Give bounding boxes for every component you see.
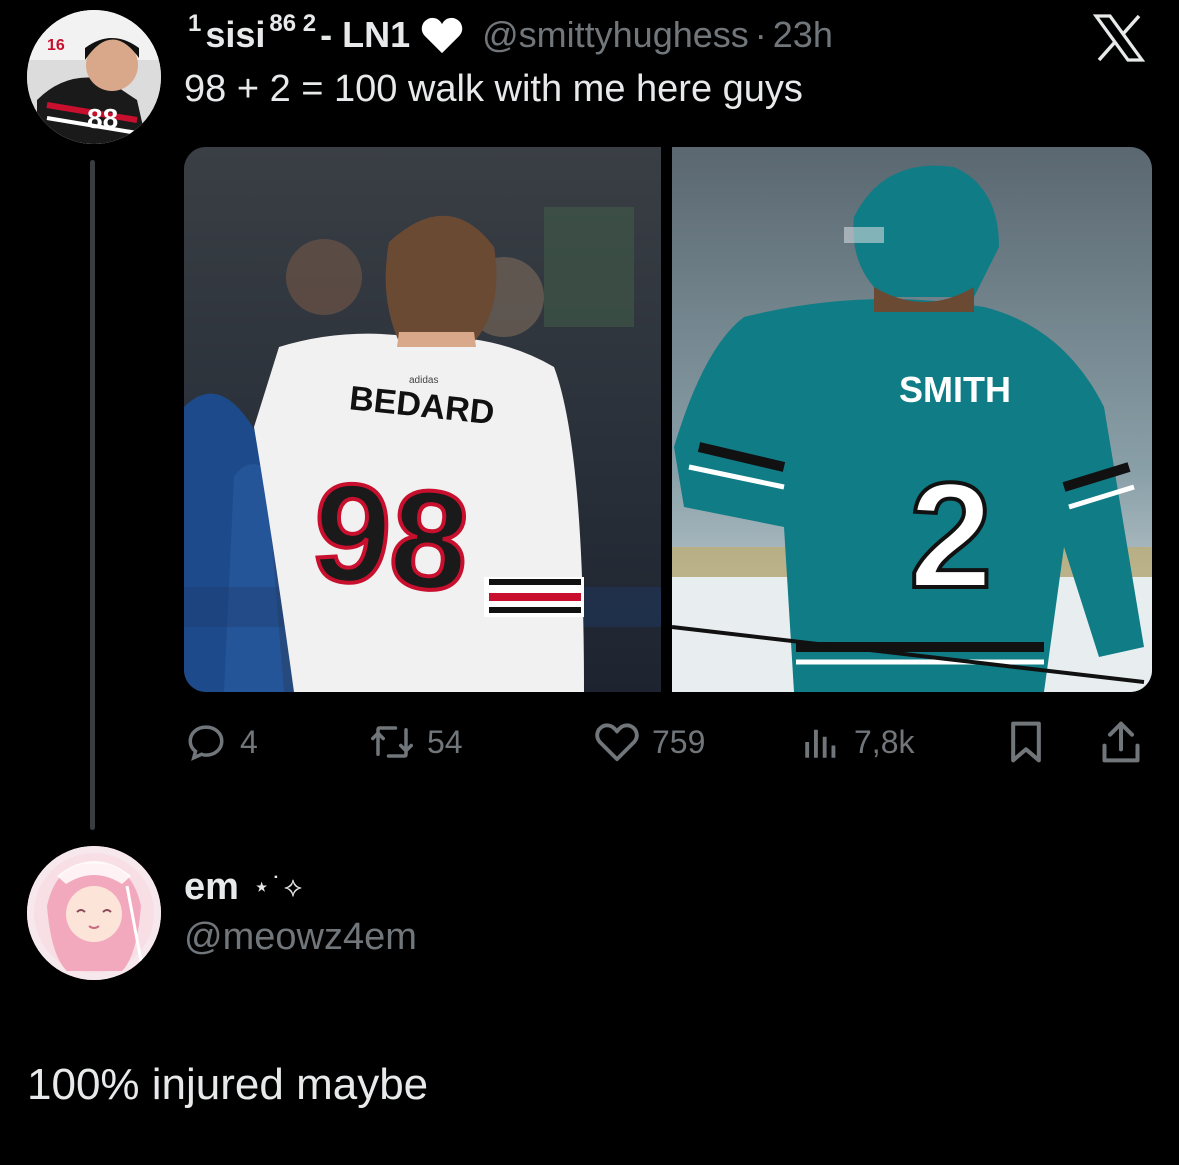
jersey-number-98: 98 [307,452,476,622]
tweet-media[interactable]: BEDARD adidas 98 SMITH 2 [184,147,1152,692]
reply-author-avatar[interactable] [27,846,161,980]
reply-header: em ⋆˙⟡ [184,862,304,912]
author-avatar[interactable]: 16 88 [27,10,161,144]
heart-icon [595,723,639,762]
author-name-suffix: - LN1 [320,14,411,55]
jersey-number-2: 2 [909,451,992,619]
reply-icon [188,725,224,761]
reply-count: 4 [240,723,258,760]
jersey-brand: adidas [409,375,438,386]
svg-text:16: 16 [47,37,65,54]
avatar-image-hockey-player: 16 88 [27,10,161,144]
share-button[interactable] [1100,714,1154,770]
views-chart-icon [805,729,836,758]
author-name[interactable]: 1 sisi 86 2 - LN1 [184,10,411,56]
reply-text: 100% injured maybe [27,1060,429,1109]
avatar-image-anime-girl [27,846,161,980]
jersey-name-smith: SMITH [899,369,1011,410]
repost-icon [371,726,413,758]
author-handle[interactable]: @smittyhughess [482,14,749,56]
white-heart-icon [420,15,464,55]
repost-button[interactable]: 54 [369,714,463,770]
media-left-photo-bedard: BEDARD adidas 98 [184,147,661,692]
svg-text:88: 88 [87,103,118,134]
x-logo-icon [1092,14,1146,62]
media-right-photo-smith: SMITH 2 [671,147,1152,692]
reply-button[interactable]: 4 [184,714,258,770]
reply-author-handle[interactable]: @meowz4em [184,916,417,959]
like-button[interactable]: 759 [594,714,705,770]
reply-author-name[interactable]: em [184,866,239,909]
author-name-main: sisi [205,14,266,55]
author-name-prefix: 1 [188,10,202,37]
author-name-superscript: 86 2 [269,10,317,37]
share-icon [1102,721,1140,763]
thread-connector-line [90,160,95,830]
header-separator: · [754,14,767,55]
bookmark-button[interactable] [1006,714,1058,770]
tweet-text: 98 + 2 = 100 walk with me here guys [184,68,803,110]
views-count: 7,8k [854,723,915,760]
tweet-timestamp[interactable]: 23h [773,14,833,56]
tweet-header: 1 sisi 86 2 - LN1 @smittyhughess · 23h [184,8,833,62]
bookmark-icon [1011,721,1041,763]
sparkle-decoration: ⋆˙⟡ [252,871,305,902]
views-button[interactable]: 7,8k [800,714,914,770]
like-count: 759 [652,723,706,760]
repost-count: 54 [427,723,463,760]
tweet-actions: 4 54 759 7,8k [184,714,1152,770]
